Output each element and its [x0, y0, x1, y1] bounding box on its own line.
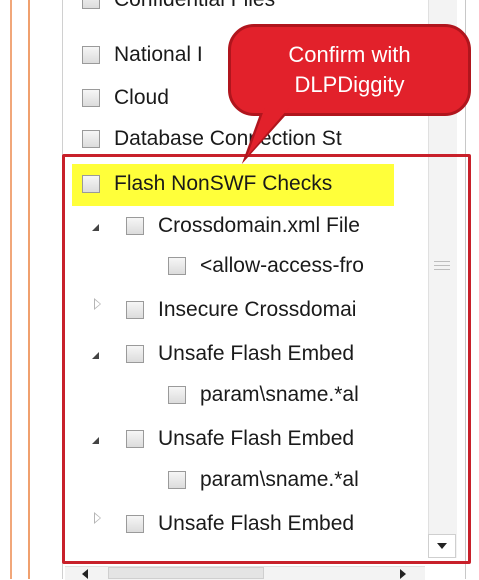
- tree-item-label: National I: [114, 43, 203, 66]
- tree-item[interactable]: Confidential Files: [82, 0, 422, 22]
- checkbox[interactable]: [82, 89, 100, 107]
- callout-text-line2: DLPDiggity: [294, 72, 405, 97]
- tree-item-label: Cloud: [114, 86, 169, 109]
- scroll-left-icon[interactable]: [82, 569, 88, 579]
- scroll-right-icon[interactable]: [400, 569, 406, 579]
- callout-text-line1: Confirm with: [288, 42, 411, 67]
- screenshot-frame: Confidential Files National I Cloud Data…: [0, 0, 479, 580]
- window-border-inner: [28, 0, 30, 579]
- tree-item-label: Database Connection St: [114, 127, 342, 150]
- horizontal-scrollbar-thumb[interactable]: [108, 567, 264, 579]
- checkbox[interactable]: [82, 46, 100, 64]
- tree-item-label: Confidential Files: [114, 0, 275, 12]
- annotation-callout: Confirm with DLPDiggity: [228, 24, 471, 116]
- checkbox[interactable]: [82, 0, 100, 9]
- tree-item[interactable]: National I: [82, 33, 228, 77]
- checkbox[interactable]: [82, 130, 100, 148]
- annotation-highlight-box: [62, 154, 471, 564]
- window-border-left: [10, 0, 12, 579]
